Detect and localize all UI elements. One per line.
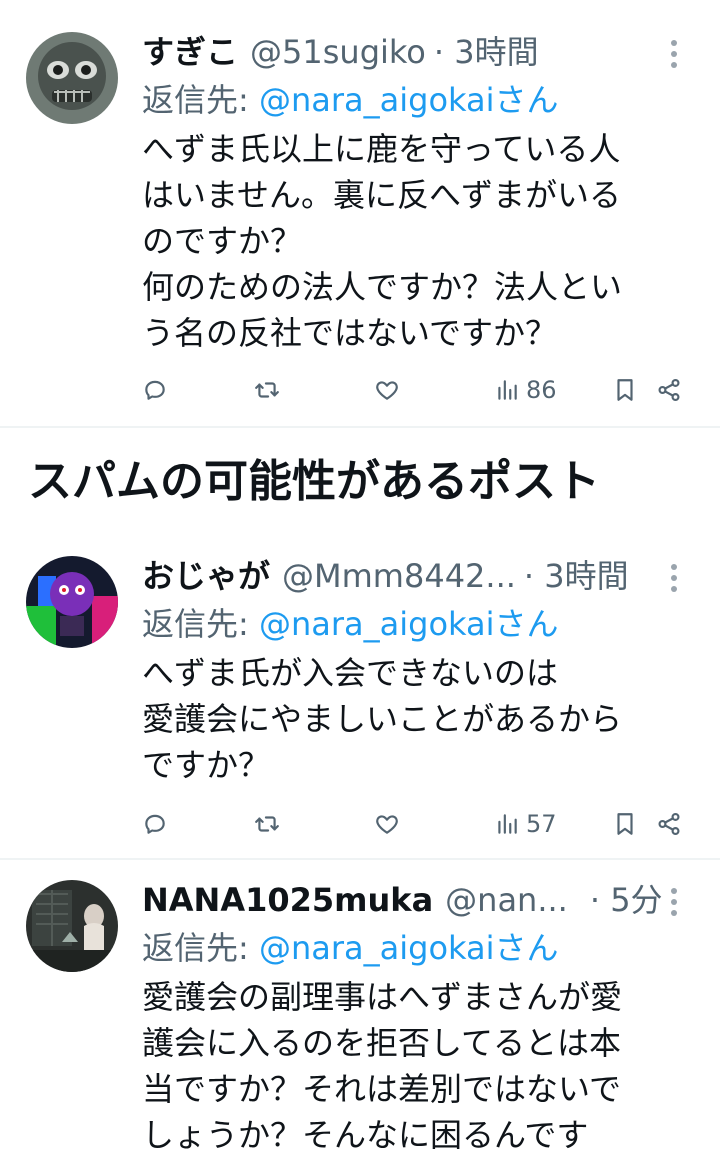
share-button[interactable]: [656, 370, 682, 410]
section-title: スパムの可能性があるポスト: [28, 456, 600, 507]
more-icon[interactable]: [656, 884, 692, 920]
like-button[interactable]: [374, 370, 400, 410]
user-handle[interactable]: @nan...: [445, 876, 568, 924]
retweet-icon: [254, 811, 280, 837]
reply-to: 返信先: @nara_aigokaiさん: [142, 924, 692, 972]
views-button[interactable]: 57: [494, 804, 557, 844]
tweet[interactable]: おじゃが @Mmm8442... · 3時間 返信先: @nara_aigoka…: [0, 540, 720, 860]
retweet-button[interactable]: [254, 804, 280, 844]
reply-mention[interactable]: @nara_aigokaiさん: [259, 929, 559, 967]
divider: [0, 426, 720, 428]
like-button[interactable]: [374, 804, 400, 844]
bookmark-button[interactable]: [612, 804, 638, 844]
action-bar: 57: [142, 804, 690, 844]
like-icon: [374, 377, 400, 403]
tweet-header: NANA1025muka @nan... · 5分: [142, 876, 692, 924]
reply-prefix: 返信先:: [142, 929, 259, 967]
tweet-header: おじゃが @Mmm8442... · 3時間: [142, 552, 692, 600]
avatar[interactable]: [26, 880, 118, 972]
tweet-text: へずま氏が入会できないのは 愛護会にやましいことがあるから ですか？: [142, 654, 623, 784]
timestamp[interactable]: · 3時間: [524, 552, 629, 600]
more-icon[interactable]: [656, 560, 692, 596]
reply-icon: [142, 377, 168, 403]
display-name[interactable]: おじゃが: [142, 552, 270, 600]
reply-prefix: 返信先:: [142, 605, 259, 643]
avatar[interactable]: [26, 32, 118, 124]
retweet-icon: [254, 377, 280, 403]
reply-mention[interactable]: @nara_aigokaiさん: [259, 81, 559, 119]
tweet[interactable]: すぎこ @51sugiko · 3時間 返信先: @nara_aigokaiさん…: [0, 0, 720, 428]
bookmark-icon: [612, 377, 638, 403]
reply-mention[interactable]: @nara_aigokaiさん: [259, 605, 559, 643]
views-icon: [494, 811, 520, 837]
views-icon: [494, 377, 520, 403]
views-button[interactable]: 86: [494, 370, 557, 410]
divider: [0, 858, 720, 860]
reply-to: 返信先: @nara_aigokaiさん: [142, 600, 692, 648]
tweet-text: へずま氏以上に鹿を守っている人 はいません。裏に反へずまがいる のですか？ 何の…: [142, 130, 623, 352]
views-count: 86: [526, 376, 557, 404]
reply-prefix: 返信先:: [142, 81, 259, 119]
action-bar: 86: [142, 370, 690, 410]
tweet-text: 愛護会の副理事はへずまさんが愛 護会に入るのを拒否してるとは本 当ですか？それは…: [142, 978, 623, 1154]
reply-icon: [142, 811, 168, 837]
views-count: 57: [526, 810, 557, 838]
reply-button[interactable]: [142, 804, 168, 844]
user-handle[interactable]: @51sugiko: [250, 28, 426, 76]
reply-to: 返信先: @nara_aigokaiさん: [142, 76, 692, 124]
timestamp[interactable]: · 3時間: [434, 28, 539, 76]
bookmark-icon: [612, 811, 638, 837]
bookmark-button[interactable]: [612, 370, 638, 410]
display-name[interactable]: NANA1025muka: [142, 876, 433, 924]
share-icon: [656, 811, 682, 837]
share-icon: [656, 377, 682, 403]
tweet-header: すぎこ @51sugiko · 3時間: [142, 28, 692, 76]
user-handle[interactable]: @Mmm8442...: [282, 552, 516, 600]
retweet-button[interactable]: [254, 370, 280, 410]
tweet[interactable]: NANA1025muka @nan... · 5分 返信先: @nara_aig…: [0, 862, 720, 1172]
avatar[interactable]: [26, 556, 118, 648]
share-button[interactable]: [656, 804, 682, 844]
like-icon: [374, 811, 400, 837]
reply-button[interactable]: [142, 370, 168, 410]
display-name[interactable]: すぎこ: [142, 28, 238, 76]
timestamp[interactable]: · 5分: [590, 876, 663, 924]
more-icon[interactable]: [656, 36, 692, 72]
